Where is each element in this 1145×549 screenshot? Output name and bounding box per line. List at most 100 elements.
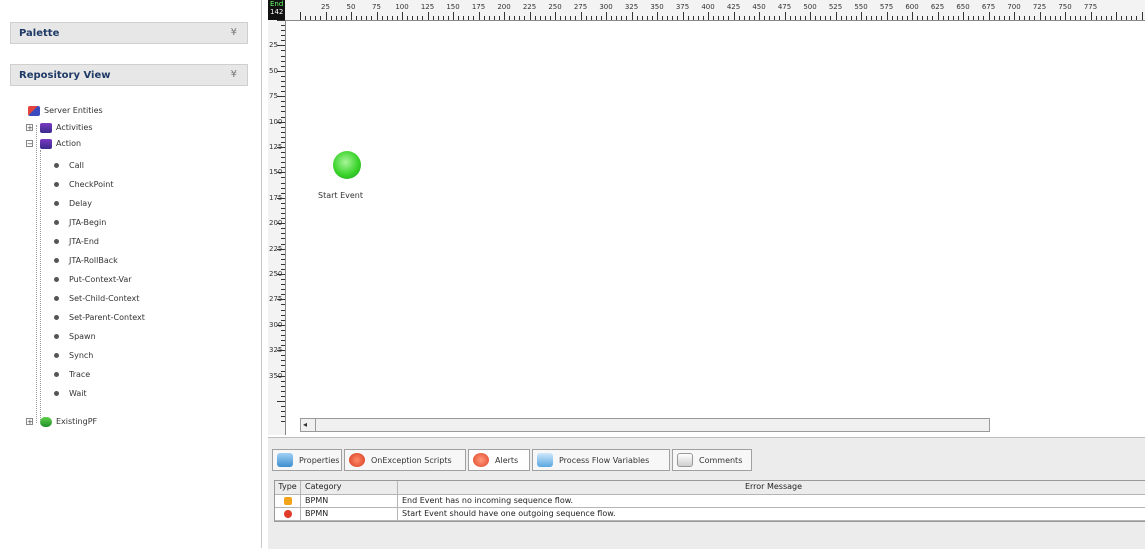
tab-properties[interactable]: Properties [272,449,342,471]
left-panel: Palette ¥ Repository View ¥ Server Entit… [0,0,262,548]
bullet-icon [54,315,59,320]
tree-item-label: Spawn [69,332,96,341]
ruler-tick [575,16,577,20]
ruler-tick [300,12,301,20]
ruler-tick [1110,16,1112,20]
ruler-tick [447,16,449,20]
ruler-tick [281,279,285,281]
ruler-tick [942,16,944,20]
ruler-label-x: 375 [675,3,690,11]
chevron-down-icon[interactable]: ¥ [231,69,237,80]
tree-item-label: Set-Child-Context [69,294,140,303]
ruler-tick [927,16,929,20]
ruler-tick [697,16,699,20]
tab-onexception-scripts[interactable]: OnException Scripts [344,449,466,471]
ruler-tick [743,16,745,20]
ruler-label-x: 175 [471,3,486,11]
tree-item-trace[interactable]: Trace [54,367,90,383]
tree-item-server-entities[interactable]: Server Entities [28,103,103,119]
ruler-tick [483,16,485,20]
ruler-tick [1090,12,1092,20]
tab-comments[interactable]: Comments [672,449,752,471]
ruler-label-x: 550 [854,3,868,11]
ruler-tick [1008,16,1010,20]
tree-item-synch[interactable]: Synch [54,348,93,364]
tree-item-delay[interactable]: Delay [54,196,92,212]
ruler-label-x: 350 [650,3,664,11]
ruler-tick [570,16,572,20]
ruler-label-y: 125 [269,143,283,151]
ruler-tick [774,16,776,20]
ruler-tick [651,16,653,20]
ruler-tick [281,416,285,418]
tab-label: Comments [699,456,743,465]
ruler-tick [432,16,434,20]
table-row[interactable]: BPMN Start Event should have one outgoin… [275,508,1145,521]
tab-label: Properties [299,456,340,465]
chevron-down-icon[interactable]: ¥ [231,27,237,38]
column-header-category[interactable]: Category [301,481,398,494]
diagram-canvas[interactable] [286,21,1145,416]
ruler-tick [529,12,531,20]
column-header-type[interactable]: Type [275,481,301,494]
table-row[interactable]: BPMN End Event has no incoming sequence … [275,495,1145,508]
ruler-tick [810,12,811,20]
palette-header[interactable]: Palette ¥ [10,22,248,44]
tree-item-set-child-context[interactable]: Set-Child-Context [54,291,139,307]
tree-item-action[interactable]: − Action [26,136,82,152]
ruler-tick [621,16,623,20]
ruler-tick [335,16,337,20]
ruler-tick [281,228,285,230]
start-event-node[interactable] [333,151,361,179]
ruler-corner-top: End [270,0,284,8]
ruler-tick [866,16,868,20]
horizontal-scrollbar[interactable]: ◂ [300,418,990,432]
tree-item-jta-rollback[interactable]: JTA-RollBack [54,253,118,269]
expand-icon[interactable]: + [26,124,33,132]
repository-view-title: Repository View [19,70,111,81]
palette-title: Palette [19,28,60,39]
ruler-tick [325,12,327,20]
ruler-tick [305,16,307,20]
ruler-tick [646,16,648,20]
expand-icon[interactable]: + [26,418,33,426]
ruler-tick [1034,16,1036,20]
ruler-tick [1095,16,1097,20]
ruler-tick [886,12,888,20]
ruler-label-x: 150 [446,3,460,11]
bullet-icon [54,220,59,225]
column-header-error-message[interactable]: Error Message [398,481,1145,494]
tree-item-put-context-var[interactable]: Put-Context-Var [54,272,132,288]
tree-item-jta-end[interactable]: JTA-End [54,234,99,250]
ruler-tick [1126,16,1128,20]
start-event-label: Start Event [318,191,364,200]
ruler-tick [1100,16,1102,20]
horizontal-ruler: 25 50 75 100 125 150 175 200 225 250 275 300 325 350 3… [285,0,1145,21]
ruler-tick [1070,16,1072,20]
tree-item-checkpoint[interactable]: CheckPoint [54,177,113,193]
tree-item-activities[interactable]: + Activities [26,120,93,136]
bullet-icon [54,258,59,263]
scroll-left-icon[interactable]: ◂ [303,420,307,429]
ruler-tick [281,340,285,342]
tree-item-set-parent-context[interactable]: Set-Parent-Context [54,310,145,326]
ruler-tick [281,101,285,103]
ruler-tick [402,12,403,20]
ruler-tick [881,16,883,20]
tree-item-jta-begin[interactable]: JTA-Begin [54,215,106,231]
bullet-icon [54,163,59,168]
tree-item-spawn[interactable]: Spawn [54,329,96,345]
ruler-tick [281,152,285,154]
tab-label: Process Flow Variables [559,456,650,465]
ruler-tick [277,96,285,98]
tree-item-call[interactable]: Call [54,158,84,174]
bullet-icon [54,239,59,244]
repository-view-header[interactable]: Repository View ¥ [10,64,248,86]
tree-item-existingpf[interactable]: + ExistingPF [26,414,97,430]
tab-alerts[interactable]: Alerts [468,449,530,471]
tree-item-label: Action [56,139,82,148]
tree-item-wait[interactable]: Wait [54,386,87,402]
tab-process-flow-variables[interactable]: Process Flow Variables [532,449,670,471]
collapse-icon[interactable]: − [26,140,33,148]
ruler-label-y: 250 [269,270,283,278]
